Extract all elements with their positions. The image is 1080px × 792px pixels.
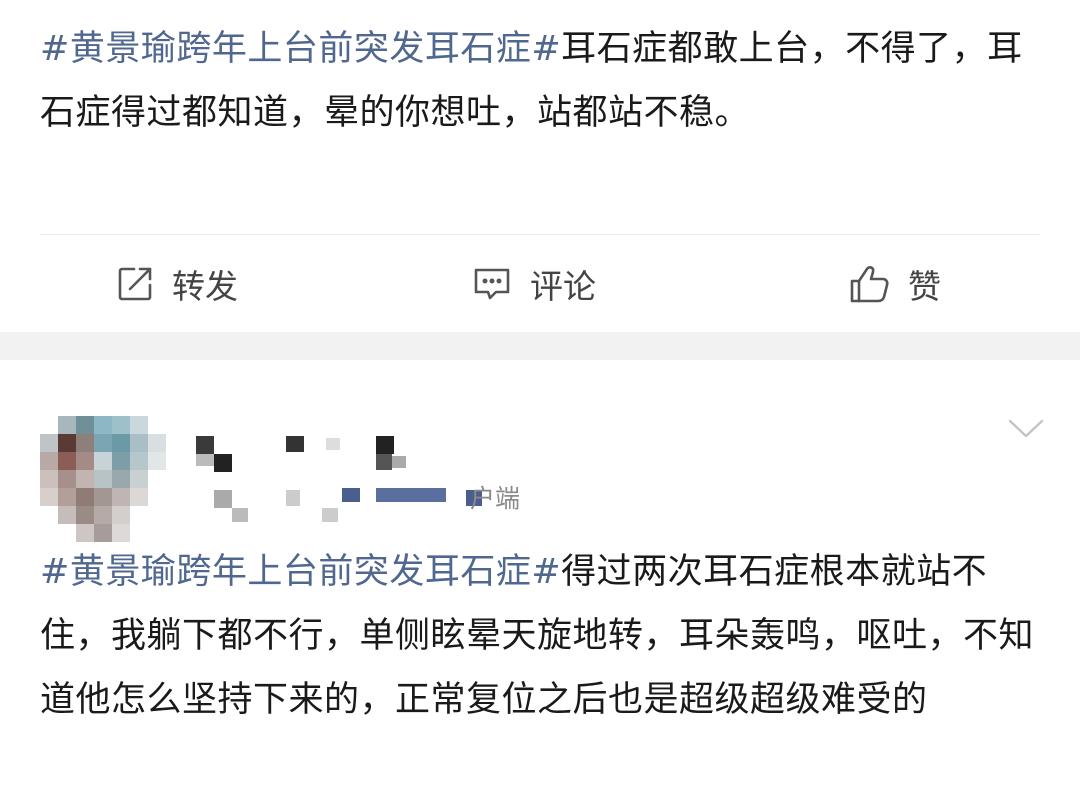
comment-button[interactable]: 评论 bbox=[472, 258, 596, 310]
username-pixelated[interactable] bbox=[196, 436, 516, 526]
avatar-pixelated[interactable] bbox=[40, 416, 166, 542]
chevron-down-icon[interactable] bbox=[1006, 416, 1046, 444]
comment-icon bbox=[472, 265, 512, 303]
comment-label: 评论 bbox=[530, 267, 596, 306]
post-source: 户端 bbox=[470, 484, 521, 513]
post-1-content: #黄景瑜跨年上台前突发耳石症#耳石症都敢上台，不得了，耳石症得过都知道，晕的你想… bbox=[40, 17, 1040, 145]
post-separator bbox=[0, 332, 1080, 360]
weibo-post-2: 户端 #黄景瑜跨年上台前突发耳石症#得过两次耳石症根本就站不住，我躺下都不行，单… bbox=[0, 360, 1080, 792]
divider bbox=[40, 234, 1040, 235]
weibo-post-1: #黄景瑜跨年上台前突发耳石症#耳石症都敢上台，不得了，耳石症得过都知道，晕的你想… bbox=[0, 0, 1080, 332]
post-1-hashtag[interactable]: #黄景瑜跨年上台前突发耳石症# bbox=[40, 29, 561, 69]
repost-label: 转发 bbox=[172, 267, 238, 306]
like-label: 赞 bbox=[908, 267, 941, 306]
repost-icon bbox=[116, 265, 154, 303]
repost-button[interactable]: 转发 bbox=[116, 258, 238, 310]
post-2-hashtag[interactable]: #黄景瑜跨年上台前突发耳石症# bbox=[40, 552, 561, 592]
like-icon bbox=[848, 264, 890, 304]
like-button[interactable]: 赞 bbox=[848, 258, 941, 310]
post-2-content: #黄景瑜跨年上台前突发耳石症#得过两次耳石症根本就站不住，我躺下都不行，单侧眩晕… bbox=[40, 540, 1040, 732]
